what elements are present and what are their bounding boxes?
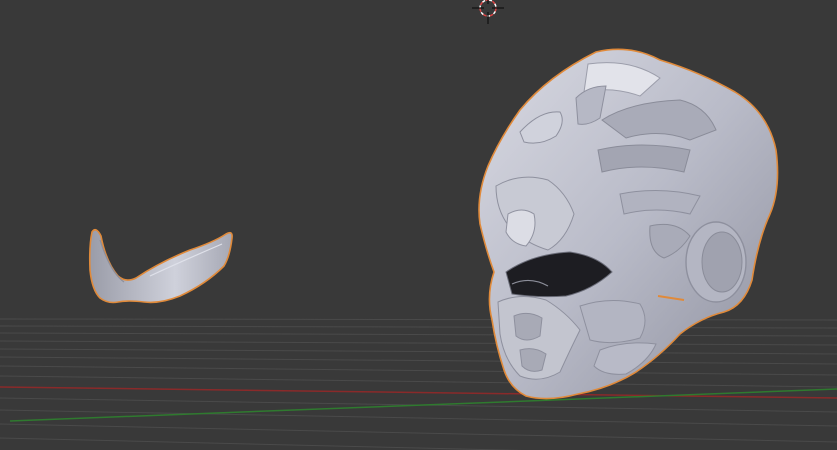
x-axis-line	[0, 386, 837, 399]
viewport-canvas[interactable]	[0, 0, 837, 450]
y-axis-line	[9, 388, 837, 422]
3d-viewport[interactable]	[0, 0, 837, 450]
floor-grid	[0, 318, 837, 450]
helmet-mesh[interactable]	[478, 48, 779, 400]
3d-cursor-icon[interactable]	[472, 0, 504, 24]
visor-mesh[interactable]	[88, 228, 233, 304]
